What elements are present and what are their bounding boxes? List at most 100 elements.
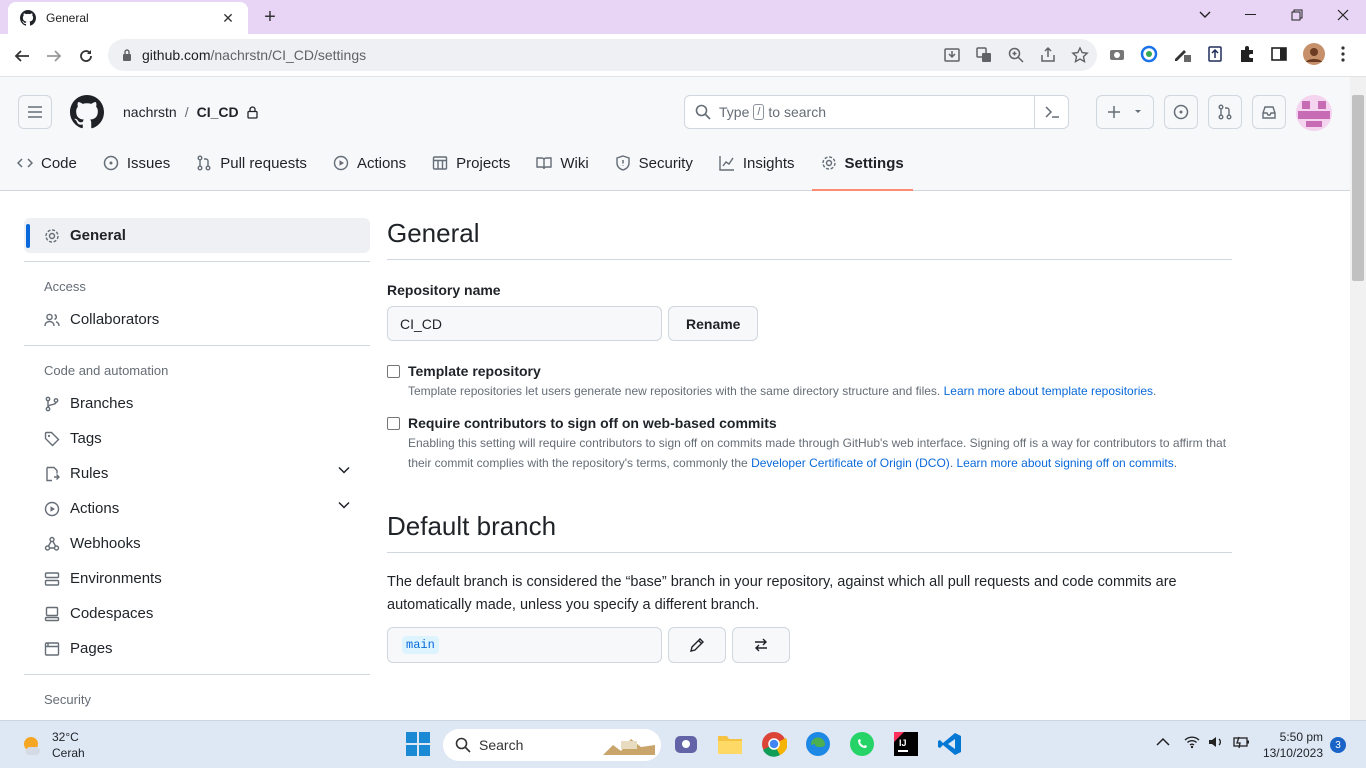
sidebar-item-label: General	[70, 227, 126, 244]
reload-icon[interactable]	[72, 42, 100, 70]
profile-avatar-icon[interactable]	[1302, 42, 1326, 66]
template-repo-title: Template repository	[408, 363, 541, 379]
browser-tab[interactable]: General ✕	[8, 2, 248, 34]
user-avatar[interactable]	[1296, 95, 1332, 131]
repo-name-input[interactable]: CI_CD	[387, 306, 662, 341]
template-repo-learn-more-link[interactable]: Learn more about template repositories	[944, 384, 1153, 398]
chevron-up-icon[interactable]	[1156, 737, 1170, 747]
tab-settings[interactable]: Settings	[811, 145, 913, 191]
sidebar-item-codespaces[interactable]: Codespaces	[24, 596, 370, 631]
tab-issues[interactable]: Issues	[94, 145, 179, 181]
meet-video-icon[interactable]	[673, 731, 699, 757]
page-scrollbar[interactable]	[1350, 77, 1366, 720]
intellij-icon[interactable]: IJ	[893, 731, 919, 757]
sidebar-item-branches[interactable]: Branches	[24, 386, 370, 421]
sidebar-item-label: Tags	[70, 430, 102, 447]
hamburger-menu-icon[interactable]	[18, 95, 52, 129]
share-icon[interactable]	[1039, 46, 1057, 64]
chrome-icon[interactable]	[761, 731, 787, 757]
notification-badge[interactable]: 3	[1330, 737, 1346, 753]
switch-branch-button[interactable]	[732, 627, 790, 663]
github-logo-icon[interactable]	[70, 95, 104, 129]
signoff-checkbox[interactable]	[387, 417, 400, 430]
sidebar-item-actions[interactable]: Actions	[24, 491, 370, 526]
command-palette-icon[interactable]	[1034, 96, 1068, 128]
windows-start-icon[interactable]	[405, 731, 431, 757]
install-app-icon[interactable]	[943, 46, 961, 64]
tab-security[interactable]: Security	[606, 145, 702, 181]
circle-extension-icon[interactable]	[1140, 45, 1158, 63]
pull-requests-icon[interactable]	[1208, 95, 1242, 129]
tab-projects[interactable]: Projects	[423, 145, 519, 181]
tab-search-chevron-icon[interactable]	[1182, 0, 1228, 30]
tab-pull-requests[interactable]: Pull requests	[187, 145, 316, 181]
settings-sidebar: General Access Collaborators Code and au…	[24, 218, 370, 715]
tab-wiki[interactable]: Wiki	[527, 145, 597, 181]
menu-kebab-icon[interactable]	[1340, 45, 1346, 63]
create-new-button[interactable]	[1096, 95, 1154, 129]
scrollbar-thumb[interactable]	[1352, 95, 1364, 281]
template-repo-checkbox[interactable]	[387, 365, 400, 378]
issue-icon	[103, 155, 119, 171]
repo-link[interactable]: CI_CD	[197, 104, 239, 120]
volume-icon[interactable]	[1208, 735, 1224, 749]
chevron-down-icon[interactable]	[338, 501, 350, 509]
battery-icon[interactable]	[1232, 735, 1250, 749]
camera-extension-icon[interactable]	[1108, 45, 1126, 63]
extensions-puzzle-icon[interactable]	[1238, 45, 1256, 63]
minimize-icon[interactable]	[1228, 0, 1274, 30]
sidebar-item-environments[interactable]: Environments	[24, 561, 370, 596]
tab-code[interactable]: Code	[8, 145, 86, 181]
tab-close-icon[interactable]: ✕	[220, 10, 236, 26]
back-arrow-icon[interactable]	[8, 42, 36, 70]
tab-actions[interactable]: Actions	[324, 145, 415, 181]
pencil-icon	[689, 637, 705, 653]
clock-date: 13/10/2023	[1262, 746, 1323, 760]
shield-icon	[615, 155, 631, 171]
owner-link[interactable]: nachrstn	[123, 104, 177, 120]
sidebar-item-collaborators[interactable]: Collaborators	[24, 302, 370, 337]
github-header: nachrstn / CI_CD Type / to search Code Is…	[0, 77, 1350, 191]
clock[interactable]: 5:50 pm 13/10/2023	[1260, 729, 1323, 761]
windows-taskbar: 32°C Cerah Search IJ 5:50 pm 13/10/2023	[0, 720, 1366, 768]
sidebar-item-rules[interactable]: Rules	[24, 456, 370, 491]
wifi-icon[interactable]	[1184, 735, 1200, 749]
issues-icon[interactable]	[1164, 95, 1198, 129]
forward-arrow-icon[interactable]	[40, 42, 68, 70]
side-panel-icon[interactable]	[1270, 45, 1288, 63]
dco-link[interactable]: Developer Certificate of Origin (DCO)	[751, 456, 950, 470]
translate-icon[interactable]	[975, 46, 993, 64]
whatsapp-icon[interactable]	[849, 731, 875, 757]
vscode-icon[interactable]	[937, 731, 963, 757]
clock-time: 5:50 pm	[1279, 730, 1323, 744]
file-explorer-icon[interactable]	[717, 731, 743, 757]
tab-insights[interactable]: Insights	[710, 145, 804, 181]
url-path: /nachrstn/CI_CD/settings	[210, 47, 367, 63]
rename-button[interactable]: Rename	[668, 306, 759, 341]
search-input[interactable]: Type / to search	[684, 95, 1069, 129]
zoom-icon[interactable]	[1007, 46, 1025, 64]
rename-branch-button[interactable]	[668, 627, 726, 663]
sidebar-item-tags[interactable]: Tags	[24, 421, 370, 456]
close-window-icon[interactable]	[1320, 0, 1366, 30]
search-shortcut-key: /	[753, 104, 765, 120]
url-bar[interactable]: github.com/nachrstn/CI_CD/settings	[108, 39, 1097, 71]
inbox-icon[interactable]	[1252, 95, 1286, 129]
upload-extension-icon[interactable]	[1206, 45, 1224, 63]
bookmark-star-icon[interactable]	[1071, 46, 1089, 64]
taskbar-search-label: Search	[479, 737, 524, 753]
sidebar-item-pages[interactable]: Pages	[24, 631, 370, 666]
chevron-down-icon[interactable]	[338, 466, 350, 474]
sidebar-item-webhooks[interactable]: Webhooks	[24, 526, 370, 561]
new-tab-plus-icon[interactable]: +	[258, 6, 282, 28]
weather-widget[interactable]: 32°C Cerah	[20, 729, 85, 761]
tab-label: Actions	[356, 154, 407, 172]
taskbar-search[interactable]: Search	[443, 729, 661, 761]
branch-icon	[44, 396, 60, 412]
restore-icon[interactable]	[1274, 0, 1320, 30]
signoff-learn-more-link[interactable]: Learn more about signing off on commits	[956, 456, 1173, 470]
breadcrumb-separator: /	[184, 104, 189, 120]
edge-icon[interactable]	[805, 731, 831, 757]
pen-extension-icon[interactable]	[1172, 45, 1192, 63]
sidebar-item-general[interactable]: General	[24, 218, 370, 253]
